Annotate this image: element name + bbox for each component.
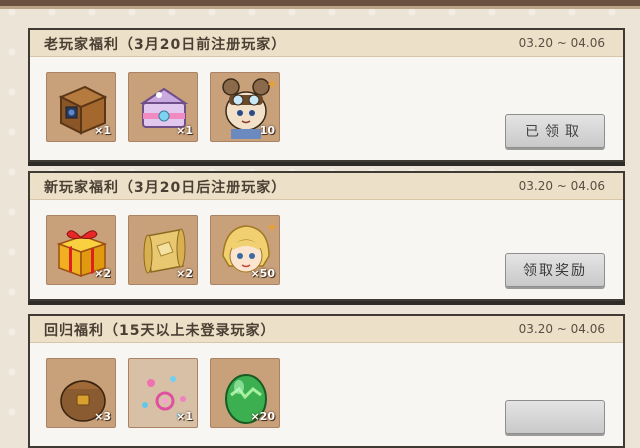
reward-item[interactable]: + ×50 xyxy=(210,215,280,285)
reward-item[interactable]: + 10 xyxy=(210,72,280,142)
item-count: ×1 xyxy=(94,124,111,137)
item-count: ×2 xyxy=(94,267,111,280)
reward-panel-returning: 回归福利（15天以上未登录玩家） 03.20 ~ 04.06 ×3 ×1 ×20 xyxy=(28,314,625,448)
claimed-button[interactable]: 已领取 xyxy=(505,114,605,148)
panel-title: 老玩家福利（3月20日前注册玩家） xyxy=(44,37,287,53)
reward-item[interactable]: ×2 xyxy=(128,215,198,285)
reward-item[interactable]: ×3 xyxy=(46,358,116,428)
panel-date-range: 03.20 ~ 04.06 xyxy=(518,322,605,336)
reward-panel-veteran: 老玩家福利（3月20日前注册玩家） 03.20 ~ 04.06 ×1 ×1 + … xyxy=(28,28,625,162)
item-count: ×2 xyxy=(176,267,193,280)
item-count: ×3 xyxy=(94,410,111,423)
panel-header: 回归福利（15天以上未登录玩家） 03.20 ~ 04.06 xyxy=(30,316,623,343)
panel-date-range: 03.20 ~ 04.06 xyxy=(518,36,605,50)
item-count: ×50 xyxy=(250,267,275,280)
claim-reward-button[interactable] xyxy=(505,400,605,434)
item-count: ×20 xyxy=(250,410,275,423)
item-count: ×1 xyxy=(176,124,193,137)
reward-item[interactable]: ×20 xyxy=(210,358,280,428)
reward-item[interactable]: ×1 xyxy=(128,72,198,142)
panel-title: 新玩家福利（3月20日后注册玩家） xyxy=(44,180,287,196)
item-count: ×1 xyxy=(176,410,193,423)
reward-panel-new-player: 新玩家福利（3月20日后注册玩家） 03.20 ~ 04.06 ×2 ×2 + … xyxy=(28,171,625,301)
panel-header: 新玩家福利（3月20日后注册玩家） 03.20 ~ 04.06 xyxy=(30,173,623,200)
reward-item[interactable]: ×1 xyxy=(46,72,116,142)
svg-text:+: + xyxy=(267,220,277,234)
claim-reward-button[interactable]: 领取奖励 xyxy=(505,253,605,287)
svg-text:+: + xyxy=(267,77,277,91)
reward-item[interactable]: ×1 xyxy=(128,358,198,428)
top-border-shadow xyxy=(0,6,640,9)
reward-item[interactable]: ×2 xyxy=(46,215,116,285)
panel-title: 回归福利（15天以上未登录玩家） xyxy=(44,323,276,339)
panel-header: 老玩家福利（3月20日前注册玩家） 03.20 ~ 04.06 xyxy=(30,30,623,57)
item-count: 10 xyxy=(259,124,275,137)
panel-date-range: 03.20 ~ 04.06 xyxy=(518,179,605,193)
